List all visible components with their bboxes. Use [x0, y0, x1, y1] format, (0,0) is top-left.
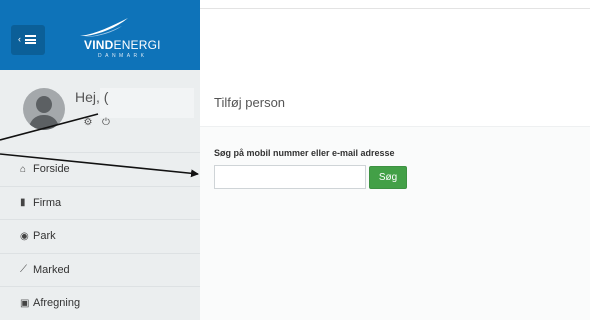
sidebar-item-firma[interactable]: ▮ Firma [0, 185, 200, 220]
menu-icon [25, 35, 36, 44]
power-icon[interactable]: ⏻ [99, 117, 113, 128]
search-label: Søg på mobil nummer eller e-mail adresse [214, 148, 395, 158]
sidebar-item-label: Marked [33, 263, 70, 276]
money-icon: ▣ [20, 297, 30, 309]
line-chart-icon: ⟋ [20, 264, 27, 276]
main-content: Tilføj person Søg på mobil nummer eller … [200, 70, 590, 320]
user-card-overlay [100, 88, 194, 118]
logo-wordmark: VINDENERGI [84, 38, 161, 52]
sidebar-item-label: Firma [33, 196, 62, 209]
user-panel: Hej, ( ⚙ ⏻ [0, 70, 200, 148]
page-title: Tilføj person [214, 95, 286, 110]
gear-icon[interactable]: ⚙ [81, 117, 95, 128]
user-actions: ⚙ ⏻ [81, 117, 117, 128]
avatar-head [36, 96, 52, 113]
avatar-body [29, 115, 59, 130]
chevron-left-icon: ‹ [18, 34, 21, 44]
home-icon: ⌂ [20, 163, 27, 175]
wind-swoosh-icon [80, 18, 128, 37]
search-input[interactable] [214, 165, 366, 189]
search-button[interactable]: Søg [369, 166, 407, 189]
sidebar-item-forside[interactable]: ⌂ Forside [0, 152, 200, 186]
dashboard-icon: ◉ [20, 230, 29, 242]
sidebar-toggle-button[interactable]: ‹ [11, 25, 45, 55]
box-header: Tilføj person [200, 70, 590, 127]
sidebar-item-label: Afregning [33, 297, 81, 310]
sidebar: Hej, ( ⚙ ⏻ ⌂ Forside ▮ Firma ◉ Park ⟋ Mar… [0, 70, 200, 320]
sidebar-item-afregning[interactable]: ▣ Afregning [0, 286, 200, 320]
sidebar-item-park[interactable]: ◉ Park [0, 219, 200, 253]
avatar [23, 88, 65, 130]
user-greeting: Hej, ( [75, 89, 109, 105]
brand-header: ‹ VINDENERGI DANMARK [0, 0, 200, 70]
sidebar-item-marked[interactable]: ⟋ Marked [0, 252, 200, 287]
vindenergi-logo[interactable]: VINDENERGI DANMARK [72, 14, 182, 64]
sidebar-nav: ⌂ Forside ▮ Firma ◉ Park ⟋ Marked ▣ Afre… [0, 152, 200, 320]
top-navbar [200, 9, 590, 70]
sidebar-item-label: Park [33, 230, 56, 243]
logo-subtitle: DANMARK [98, 53, 148, 59]
building-icon: ▮ [20, 197, 26, 209]
sidebar-item-label: Forside [33, 163, 70, 176]
